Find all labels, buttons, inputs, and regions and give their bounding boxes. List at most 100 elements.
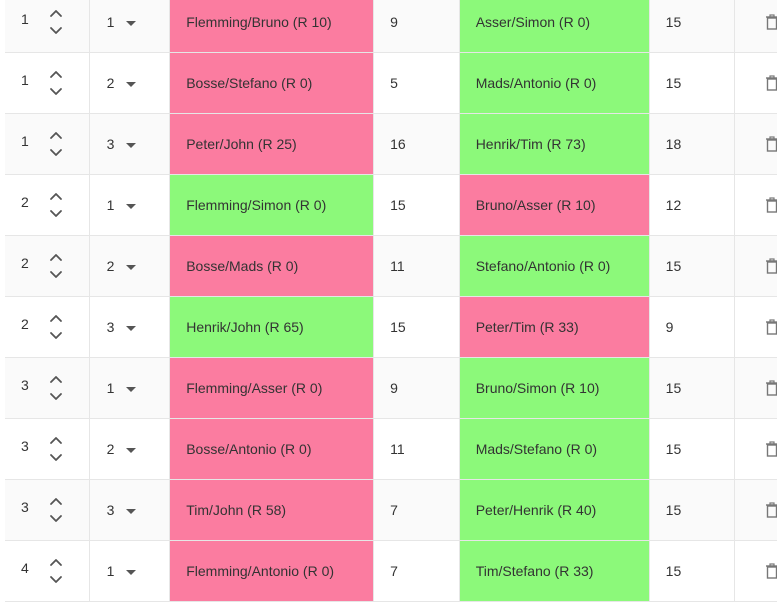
court-select[interactable]: 2 <box>90 419 171 479</box>
chevron-down-icon[interactable] <box>49 268 63 282</box>
score2-cell[interactable]: 15 <box>650 358 736 418</box>
court-select[interactable]: 2 <box>90 53 171 113</box>
trash-icon[interactable] <box>765 380 777 396</box>
trash-icon[interactable] <box>765 258 777 274</box>
score1-cell[interactable]: 16 <box>374 114 460 174</box>
chevron-up-icon[interactable] <box>49 67 63 81</box>
chevron-down-icon[interactable] <box>49 390 63 404</box>
round-stepper[interactable] <box>49 311 63 345</box>
round-stepper[interactable] <box>49 555 63 589</box>
court-select[interactable]: 2 <box>90 236 171 296</box>
chevron-up-icon[interactable] <box>49 433 63 447</box>
team1-cell: Flemming/Bruno (R 10) <box>170 0 375 52</box>
court-number: 3 <box>106 319 115 335</box>
chevron-down-icon[interactable] <box>49 573 63 587</box>
trash-icon[interactable] <box>765 197 777 213</box>
table-row: 4 1 Flemming/Antonio (R 0) 7 Tim/Stefano… <box>5 541 777 602</box>
score2-cell[interactable]: 15 <box>650 236 736 296</box>
score2-value: 15 <box>665 380 682 396</box>
round-number: 2 <box>21 255 29 271</box>
team2-name: Mads/Antonio (R 0) <box>475 75 597 91</box>
trash-icon[interactable] <box>765 319 777 335</box>
round-stepper[interactable] <box>49 67 63 101</box>
score2-cell[interactable]: 15 <box>650 480 736 540</box>
caret-down-icon[interactable] <box>126 81 137 87</box>
score1-cell[interactable]: 7 <box>374 541 460 601</box>
chevron-up-icon[interactable] <box>49 372 63 386</box>
round-stepper[interactable] <box>49 494 63 528</box>
team2-name: Henrik/Tim (R 73) <box>475 136 586 152</box>
round-stepper[interactable] <box>49 189 63 223</box>
round-stepper[interactable] <box>49 433 63 467</box>
score2-cell[interactable]: 9 <box>650 297 736 357</box>
score2-cell[interactable]: 15 <box>650 419 736 479</box>
score1-cell[interactable]: 9 <box>374 358 460 418</box>
actions-cell <box>735 236 777 296</box>
score1-value: 15 <box>390 197 406 213</box>
court-number: 3 <box>106 136 115 152</box>
court-select[interactable]: 1 <box>90 175 171 235</box>
round-stepper[interactable] <box>49 372 63 406</box>
chevron-down-icon[interactable] <box>49 146 63 160</box>
score1-value: 7 <box>390 563 398 579</box>
trash-icon[interactable] <box>765 136 777 152</box>
score2-cell[interactable]: 15 <box>650 53 736 113</box>
court-select[interactable]: 3 <box>90 480 171 540</box>
chevron-down-icon[interactable] <box>49 329 63 343</box>
caret-down-icon[interactable] <box>126 264 137 270</box>
chevron-up-icon[interactable] <box>49 555 63 569</box>
score2-cell[interactable]: 12 <box>650 175 736 235</box>
trash-icon[interactable] <box>765 502 777 518</box>
caret-down-icon[interactable] <box>126 569 137 575</box>
round-number: 2 <box>21 194 29 210</box>
score1-cell[interactable]: 9 <box>374 0 460 52</box>
score1-cell[interactable]: 15 <box>374 297 460 357</box>
chevron-up-icon[interactable] <box>49 128 63 142</box>
score2-cell[interactable]: 15 <box>650 0 736 52</box>
score2-cell[interactable]: 18 <box>650 114 736 174</box>
caret-down-icon[interactable] <box>126 447 137 453</box>
round-stepper[interactable] <box>49 128 63 162</box>
court-select[interactable]: 1 <box>90 358 171 418</box>
trash-icon[interactable] <box>765 441 777 457</box>
round-stepper[interactable] <box>49 250 63 284</box>
team2-cell: Bruno/Simon (R 10) <box>459 358 650 418</box>
score2-cell[interactable]: 15 <box>650 541 736 601</box>
chevron-down-icon[interactable] <box>49 24 63 38</box>
chevron-up-icon[interactable] <box>49 6 63 20</box>
chevron-up-icon[interactable] <box>49 311 63 325</box>
court-select[interactable]: 1 <box>90 541 171 601</box>
team1-cell: Bosse/Stefano (R 0) <box>170 53 375 113</box>
court-select[interactable]: 3 <box>90 114 171 174</box>
court-select[interactable]: 3 <box>90 297 171 357</box>
trash-icon[interactable] <box>765 75 777 91</box>
caret-down-icon[interactable] <box>126 325 137 331</box>
chevron-down-icon[interactable] <box>49 85 63 99</box>
caret-down-icon[interactable] <box>126 142 137 148</box>
court-select[interactable]: 1 <box>90 0 171 52</box>
chevron-down-icon[interactable] <box>49 512 63 526</box>
table-row: 1 1 Flemming/Bruno (R 10) 9 Asser/Simon … <box>5 0 777 53</box>
chevron-up-icon[interactable] <box>49 189 63 203</box>
team1-name: Henrik/John (R 65) <box>186 319 304 335</box>
score1-cell[interactable]: 5 <box>374 53 460 113</box>
team1-name: Bosse/Mads (R 0) <box>186 258 299 274</box>
actions-cell <box>735 0 777 52</box>
caret-down-icon[interactable] <box>126 203 137 209</box>
chevron-up-icon[interactable] <box>49 494 63 508</box>
chevron-up-icon[interactable] <box>49 250 63 264</box>
score1-cell[interactable]: 7 <box>374 480 460 540</box>
round-stepper[interactable] <box>49 6 63 40</box>
caret-down-icon[interactable] <box>126 508 137 514</box>
score1-cell[interactable]: 11 <box>374 236 460 296</box>
caret-down-icon[interactable] <box>126 20 137 26</box>
round-cell: 2 <box>5 236 90 296</box>
score1-cell[interactable]: 11 <box>374 419 460 479</box>
trash-icon[interactable] <box>765 563 777 579</box>
chevron-down-icon[interactable] <box>49 207 63 221</box>
caret-down-icon[interactable] <box>126 386 137 392</box>
court-number: 2 <box>106 75 115 91</box>
chevron-down-icon[interactable] <box>49 451 63 465</box>
trash-icon[interactable] <box>765 14 777 30</box>
score1-cell[interactable]: 15 <box>374 175 460 235</box>
